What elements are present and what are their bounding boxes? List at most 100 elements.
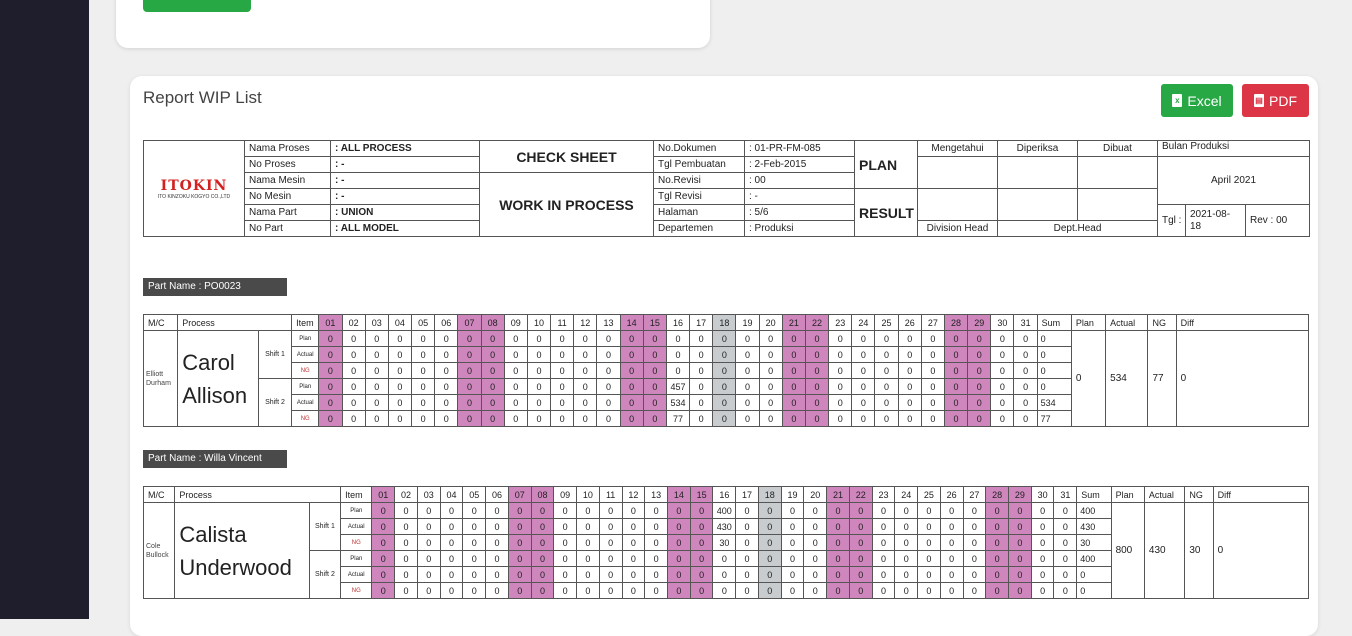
day-cell: 0 xyxy=(985,550,1009,567)
day-header: 10 xyxy=(526,314,552,331)
day-cell: 0 xyxy=(596,330,621,347)
day-cell: 0 xyxy=(689,502,714,519)
day-cell: 0 xyxy=(387,346,413,363)
day-header: 18 xyxy=(712,314,737,331)
day-cell: 0 xyxy=(644,550,668,567)
col-sum-header: Sum xyxy=(1036,314,1072,331)
excel-button-label: Excel xyxy=(1187,92,1222,109)
day-cell: 0 xyxy=(943,410,969,427)
day-cell: 0 xyxy=(394,518,418,535)
day-cell: 0 xyxy=(439,502,464,519)
day-header: 12 xyxy=(573,314,598,331)
day-cell: 0 xyxy=(387,330,413,347)
sign-box xyxy=(917,156,998,189)
sum-cell: 0 xyxy=(1076,582,1112,599)
day-cell: 0 xyxy=(503,362,528,379)
day-cell: 0 xyxy=(439,550,464,567)
sign-box xyxy=(1077,156,1158,189)
shift-label: Shift 2 xyxy=(308,550,342,599)
day-cell: 0 xyxy=(573,394,598,411)
pdf-button[interactable]: ▤ PDF xyxy=(1242,84,1309,117)
day-cell: 0 xyxy=(394,534,418,551)
sign-box xyxy=(997,156,1078,189)
day-cell: 0 xyxy=(1008,502,1032,519)
day-cell: 0 xyxy=(894,518,919,535)
day-header: 12 xyxy=(621,486,646,503)
excel-button[interactable]: x Excel xyxy=(1161,84,1233,117)
doc-value: : 01-PR-FM-085 xyxy=(744,140,855,157)
day-header: 06 xyxy=(434,314,459,331)
day-cell: 0 xyxy=(848,518,873,535)
item-label: Plan xyxy=(291,378,320,395)
day-cell: 0 xyxy=(990,346,1015,363)
day-cell: 0 xyxy=(318,330,343,347)
day-cell: 0 xyxy=(573,362,598,379)
day-cell: 0 xyxy=(917,518,941,535)
day-cell: 0 xyxy=(962,582,987,599)
day-cell: 0 xyxy=(990,330,1015,347)
company-logo: ITOKIN ITO KINZOKU KOGYO CO.,LTD xyxy=(143,140,245,237)
doc-value: : 5/6 xyxy=(744,204,855,221)
day-cell: 0 xyxy=(598,534,623,551)
day-cell: 0 xyxy=(985,502,1009,519)
day-cell: 0 xyxy=(943,346,969,363)
day-cell: 0 xyxy=(642,410,667,427)
day-header: 30 xyxy=(990,314,1015,331)
day-cell: 0 xyxy=(485,550,509,567)
item-label: NG xyxy=(291,410,320,427)
day-cell: 0 xyxy=(735,550,759,567)
sum-cell: 0 xyxy=(1036,330,1072,347)
sign-box xyxy=(1077,188,1158,221)
col-diff-header: Diff xyxy=(1175,314,1310,331)
day-cell: 0 xyxy=(826,518,850,535)
day-cell: 0 xyxy=(920,330,945,347)
day-header: 22 xyxy=(848,486,873,503)
day-cell: 0 xyxy=(712,346,737,363)
col-mc-header: M/C xyxy=(142,314,179,331)
doc-label: Tgl Pembuatan xyxy=(653,156,745,173)
day-cell: 0 xyxy=(828,330,853,347)
day-cell: 0 xyxy=(689,566,714,583)
day-cell: 0 xyxy=(939,566,964,583)
day-cell: 0 xyxy=(457,378,482,395)
top-card-button[interactable] xyxy=(143,0,251,12)
day-header: 05 xyxy=(462,486,487,503)
day-header: 15 xyxy=(642,314,667,331)
day-cell: 0 xyxy=(598,502,623,519)
doc-label: No.Dokumen xyxy=(653,140,745,157)
day-cell: 0 xyxy=(967,330,992,347)
day-cell: 0 xyxy=(503,410,528,427)
day-cell: 0 xyxy=(1053,550,1078,567)
day-header: 17 xyxy=(735,486,759,503)
day-cell: 0 xyxy=(480,362,505,379)
field-label: Nama Proses xyxy=(244,140,331,157)
day-cell: 0 xyxy=(507,502,532,519)
day-cell: 0 xyxy=(758,394,783,411)
day-cell: 0 xyxy=(712,582,737,599)
day-cell: 0 xyxy=(689,378,714,395)
day-cell: 0 xyxy=(851,362,876,379)
day-cell: 0 xyxy=(318,378,343,395)
day-cell: 0 xyxy=(596,410,621,427)
day-cell: 0 xyxy=(1008,518,1032,535)
day-cell: 0 xyxy=(826,582,850,599)
day-cell: 0 xyxy=(411,410,436,427)
day-cell: 0 xyxy=(781,362,806,379)
day-cell: 0 xyxy=(550,378,575,395)
day-header: 23 xyxy=(871,486,896,503)
day-cell: 0 xyxy=(644,518,668,535)
field-label: No Proses xyxy=(244,156,331,173)
day-cell: 0 xyxy=(1013,394,1038,411)
day-cell: 0 xyxy=(894,582,919,599)
day-cell: 0 xyxy=(598,582,623,599)
part-name-label: Part Name : Willa Vincent xyxy=(143,450,287,468)
day-cell: 0 xyxy=(416,566,441,583)
day-cell: 0 xyxy=(894,534,919,551)
day-cell: 0 xyxy=(735,534,759,551)
day-cell: 0 xyxy=(318,362,343,379)
day-cell: 0 xyxy=(666,566,691,583)
day-cell: 0 xyxy=(387,394,413,411)
day-cell: 0 xyxy=(576,518,600,535)
day-cell: 0 xyxy=(341,330,366,347)
doc-label: No.Revisi xyxy=(653,172,745,189)
